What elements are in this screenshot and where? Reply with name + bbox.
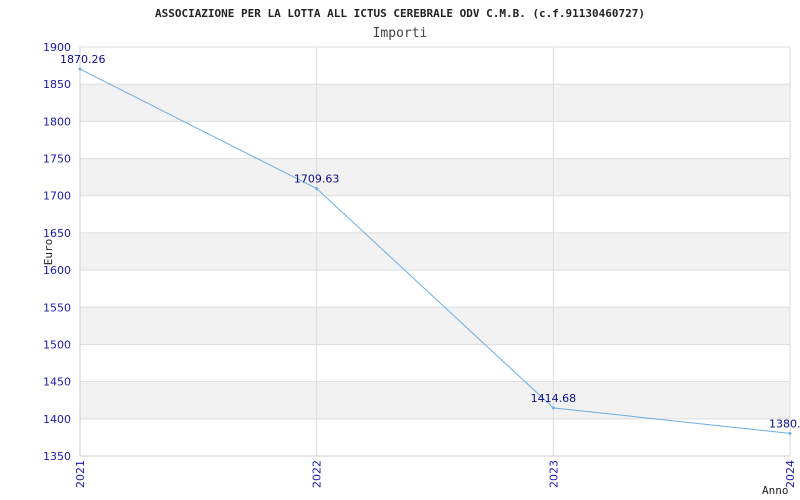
data-label: 1414.68 [531,392,577,405]
data-point [551,406,555,410]
chart-subtitle: Importi [373,26,428,41]
grid-band [80,381,790,419]
grid-bands [80,84,790,419]
y-tick-label: 1850 [43,78,71,91]
x-tick-label: 2021 [74,460,87,488]
data-label: 1709.63 [294,173,340,186]
chart-title: ASSOCIAZIONE PER LA LOTTA ALL ICTUS CERE… [155,7,645,20]
y-tick-label: 1750 [43,153,71,166]
y-tick-label: 1400 [43,413,71,426]
data-label: 1380.4 [769,417,800,430]
x-tick-label: 2023 [547,460,560,488]
y-tick-label: 1500 [43,338,71,351]
y-tick-label: 1450 [43,376,71,389]
y-tick-label: 1700 [43,190,71,203]
x-axis-ticks: 2021 2022 2023 2024 [74,460,797,488]
y-tick-label: 1350 [43,450,71,463]
data-label: 1870.26 [60,53,106,66]
grid-band [80,232,790,271]
y-tick-label: 1800 [43,115,71,128]
data-point [788,431,792,435]
x-axis-label: Anno [762,484,789,497]
grid-band [80,158,790,196]
grid-band [80,84,790,122]
y-tick-label: 1650 [43,227,71,240]
data-point [78,67,82,71]
y-tick-label: 1550 [43,301,71,314]
y-tick-label: 1900 [43,41,71,54]
y-axis-label: Euro [42,239,55,266]
data-point [315,187,319,191]
grid-band [80,307,790,345]
line-chart: ASSOCIAZIONE PER LA LOTTA ALL ICTUS CERE… [42,7,800,497]
x-tick-label: 2022 [311,460,324,488]
